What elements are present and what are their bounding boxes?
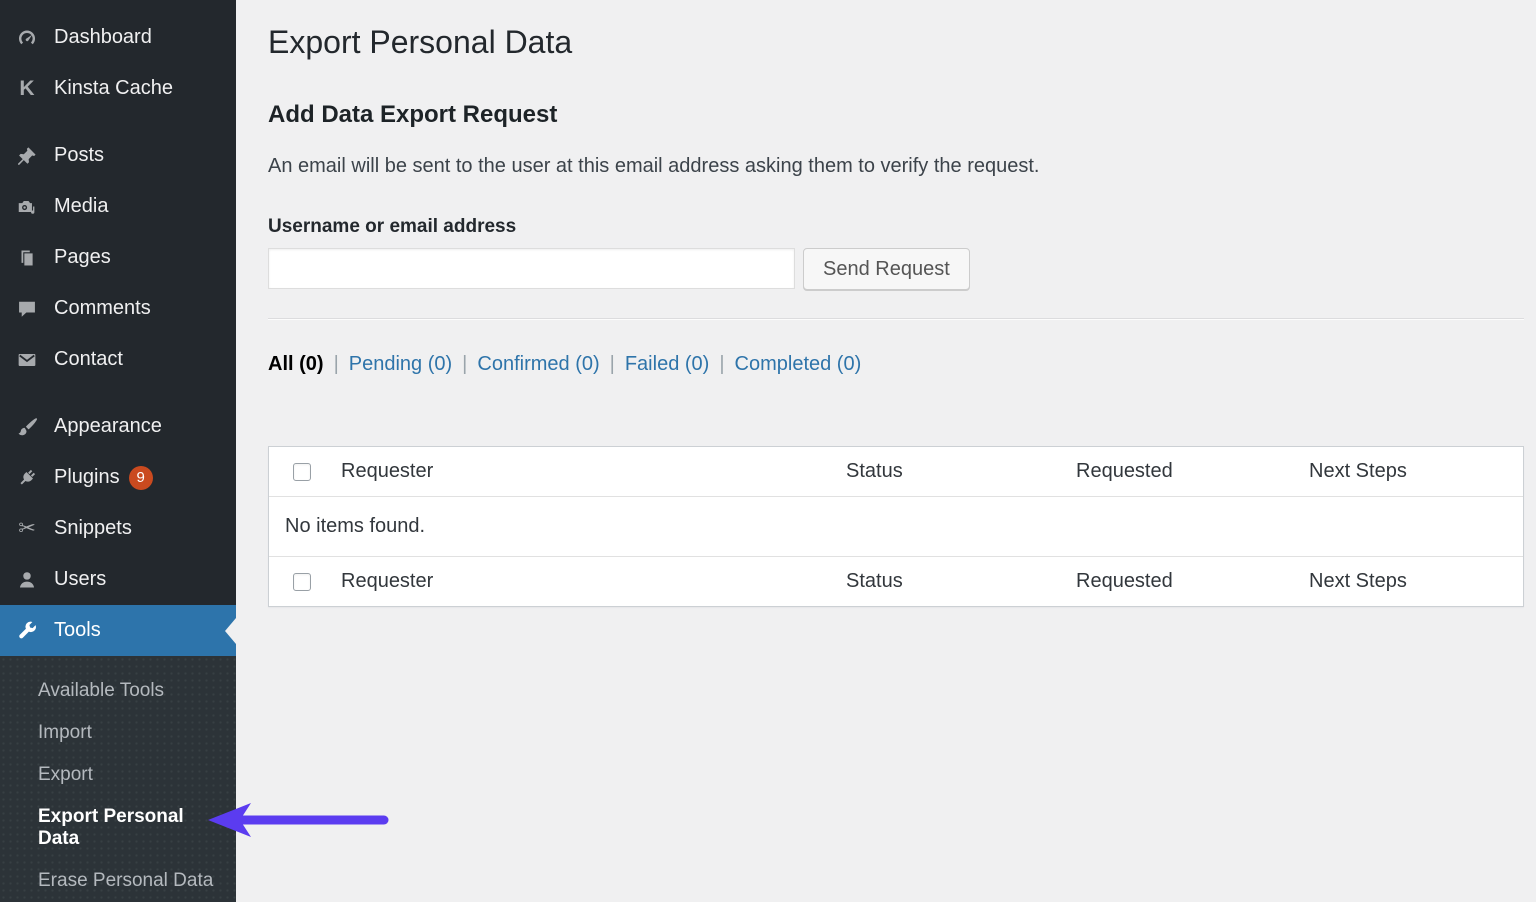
request-form-row: Send Request [268,248,1524,290]
column-header-next-steps: Next Steps [1293,447,1523,497]
username-email-label: Username or email address [268,216,1524,238]
column-header-requested: Requested [1060,557,1293,607]
sidebar-item-media[interactable]: Media [0,181,236,232]
menu-separator [0,114,236,130]
submenu-item-export[interactable]: Export [0,754,236,796]
paintbrush-icon [14,416,40,438]
filter-completed[interactable]: Completed (0) [735,353,862,376]
column-header-requested: Requested [1060,447,1293,497]
dashboard-icon [14,27,40,49]
sidebar-item-label: Media [54,195,108,218]
pages-icon [14,247,40,269]
page-title: Export Personal Data [268,24,1524,61]
submenu-item-export-personal-data[interactable]: Export Personal Data [0,796,236,860]
sidebar-item-label: Tools [54,619,101,642]
pushpin-icon [14,145,40,167]
table-row: No items found. [269,497,1523,557]
table-header-row: Requester Status Requested Next Steps [269,447,1523,497]
filter-failed[interactable]: Failed (0) [625,353,709,376]
sidebar-item-plugins[interactable]: Plugins 9 [0,452,236,503]
plugins-update-count-badge: 9 [129,466,153,490]
empty-message: No items found. [269,497,1523,557]
filter-pending[interactable]: Pending (0) [349,353,452,376]
sidebar-item-label: Kinsta Cache [54,77,173,100]
sidebar-item-pages[interactable]: Pages [0,232,236,283]
column-header-next-steps: Next Steps [1293,557,1523,607]
filter-separator: | [719,353,724,376]
status-filter-list: All (0) | Pending (0) | Confirmed (0) | … [268,353,1524,376]
sidebar-item-label: Plugins [54,466,120,489]
main-content: Export Personal Data Add Data Export Req… [236,0,1536,888]
submenu-item-available-tools[interactable]: Available Tools [0,670,236,712]
request-description: An email will be sent to the user at thi… [268,155,1524,178]
sidebar-item-posts[interactable]: Posts [0,130,236,181]
username-email-input[interactable] [268,248,795,289]
filter-confirmed[interactable]: Confirmed (0) [477,353,599,376]
filter-separator: | [334,353,339,376]
select-all-checkbox[interactable] [293,573,311,591]
admin-sidebar: Dashboard K Kinsta Cache Posts Media Pag… [0,0,236,888]
sidebar-item-snippets[interactable]: ✂ Snippets [0,503,236,554]
filter-all[interactable]: All (0) [268,353,324,376]
send-request-button[interactable]: Send Request [803,248,970,290]
submenu-item-import[interactable]: Import [0,712,236,754]
media-icon [14,196,40,218]
sidebar-item-label: Users [54,568,106,591]
sidebar-item-label: Posts [54,144,104,167]
sidebar-item-tools[interactable]: Tools [0,605,236,656]
requests-table: Requester Status Requested Next Steps No… [268,446,1524,607]
select-all-checkbox[interactable] [293,463,311,481]
sidebar-item-label: Pages [54,246,111,269]
table-footer-row: Requester Status Requested Next Steps [269,557,1523,607]
column-header-requester: Requester [325,447,830,497]
admin-menu: Dashboard K Kinsta Cache Posts Media Pag… [0,0,236,656]
add-request-heading: Add Data Export Request [268,101,1524,129]
filter-separator: | [462,353,467,376]
kinsta-icon: K [14,78,40,99]
sidebar-item-comments[interactable]: Comments [0,283,236,334]
sidebar-item-dashboard[interactable]: Dashboard [0,12,236,63]
tools-submenu: Available Tools Import Export Export Per… [0,656,236,902]
menu-separator [0,385,236,401]
sidebar-item-label: Contact [54,348,123,371]
column-header-status: Status [830,557,1060,607]
plug-icon [14,467,40,489]
submenu-item-erase-personal-data[interactable]: Erase Personal Data [0,860,236,902]
scissors-icon: ✂ [14,516,40,541]
sidebar-item-label: Appearance [54,415,162,438]
column-header-status: Status [830,447,1060,497]
envelope-icon [14,349,40,371]
column-header-requester: Requester [325,557,830,607]
wrench-icon [14,620,40,642]
users-icon [14,569,40,591]
sidebar-item-label: Dashboard [54,26,152,49]
sidebar-item-users[interactable]: Users [0,554,236,605]
sidebar-item-appearance[interactable]: Appearance [0,401,236,452]
filter-separator: | [610,353,615,376]
sidebar-item-contact[interactable]: Contact [0,334,236,385]
sidebar-item-label: Comments [54,297,151,320]
sidebar-item-label: Snippets [54,517,132,540]
sidebar-item-kinsta-cache[interactable]: K Kinsta Cache [0,63,236,114]
section-divider [268,318,1524,319]
comments-icon [14,298,40,320]
